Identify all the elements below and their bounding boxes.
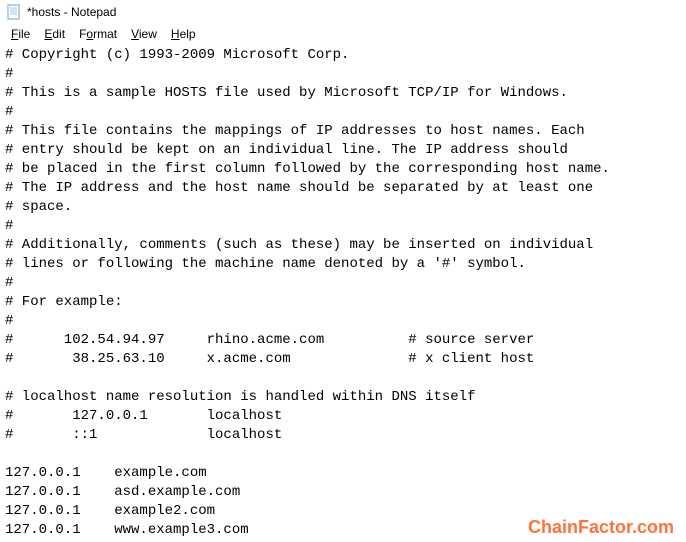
menu-edit[interactable]: Edit [37, 26, 72, 42]
menu-file[interactable]: File [4, 26, 37, 42]
text-editor[interactable]: # Copyright (c) 1993-2009 Microsoft Corp… [0, 44, 686, 542]
notepad-icon [6, 4, 22, 20]
menu-format[interactable]: Format [72, 26, 124, 42]
menubar: File Edit Format View Help [0, 24, 686, 44]
window-titlebar: *hosts - Notepad [0, 0, 686, 24]
menu-help[interactable]: Help [164, 26, 203, 42]
window-title: *hosts - Notepad [27, 5, 116, 19]
menu-view[interactable]: View [124, 26, 164, 42]
